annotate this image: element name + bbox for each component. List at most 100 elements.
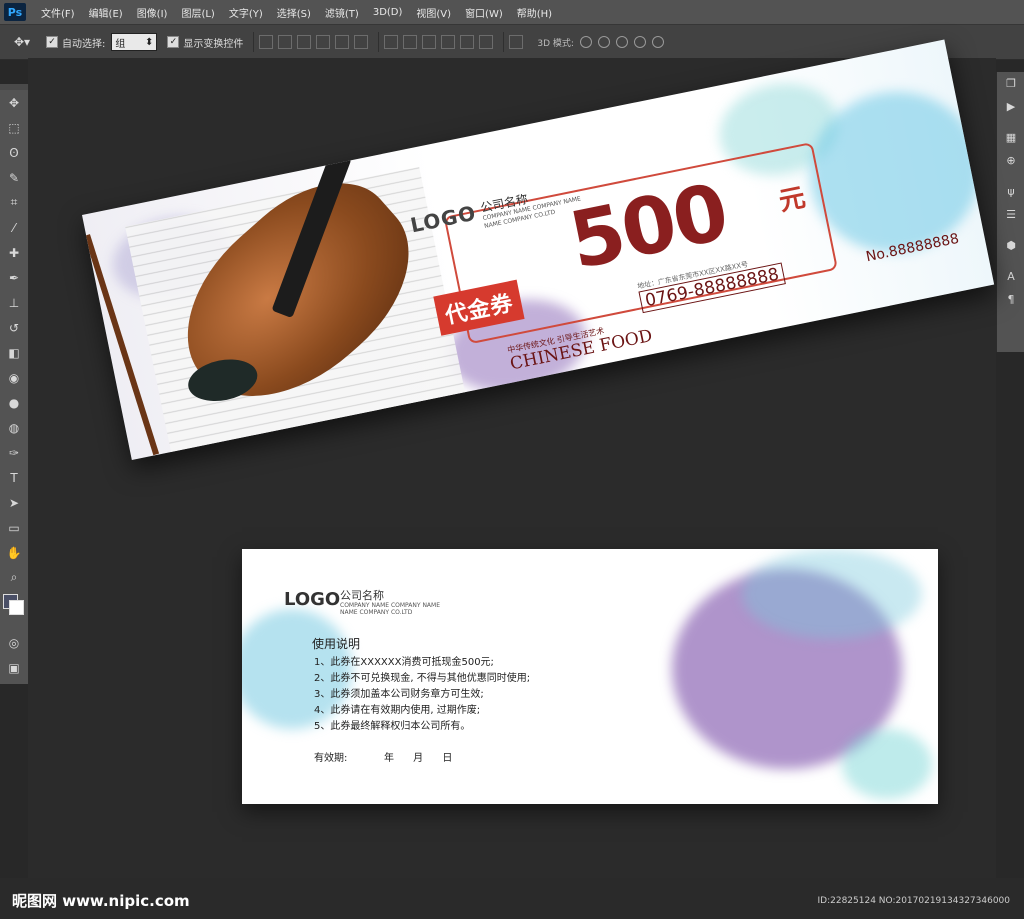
mode-3d-label: 3D 模式: bbox=[537, 38, 574, 49]
3d-slide-icon[interactable] bbox=[633, 36, 646, 48]
move-tool-preset-icon[interactable]: ✥▾ bbox=[8, 31, 36, 53]
instruction-item: 5、此券最终解释权归本公司所有。 bbox=[314, 721, 471, 732]
back-company-en-1: COMPANY NAME COMPANY NAME bbox=[340, 602, 441, 609]
menu-type[interactable]: 文字(Y) bbox=[222, 5, 270, 20]
auto-select-label: 自动选择: bbox=[62, 38, 106, 50]
menu-filter[interactable]: 滤镜(T) bbox=[318, 5, 366, 20]
hand-tool-icon[interactable]: ✋ bbox=[0, 540, 28, 565]
quick-mask-icon[interactable]: ◎ bbox=[0, 630, 28, 655]
shape-tool-icon[interactable]: ▭ bbox=[0, 515, 28, 540]
show-transform-checkbox[interactable]: ✓ bbox=[167, 36, 180, 48]
back-company-name: 公司名称 bbox=[340, 589, 384, 602]
paragraph-panel-icon[interactable]: ¶ bbox=[997, 288, 1024, 311]
align-left-icon[interactable] bbox=[316, 35, 331, 49]
move-tool-icon[interactable]: ✥ bbox=[0, 90, 28, 115]
align-top-icon[interactable] bbox=[259, 35, 274, 49]
divider bbox=[997, 257, 1024, 265]
menu-3d[interactable]: 3D(D) bbox=[366, 7, 410, 18]
brush-panel-icon[interactable]: ψ bbox=[997, 180, 1024, 203]
color-swatches[interactable] bbox=[0, 590, 28, 630]
show-transform-label: 显示变换控件 bbox=[183, 38, 244, 50]
divider bbox=[997, 226, 1024, 234]
align-right-icon[interactable] bbox=[354, 35, 369, 49]
align-hcenter-icon[interactable] bbox=[335, 35, 350, 49]
menu-view[interactable]: 视图(V) bbox=[409, 5, 458, 20]
background-color-swatch[interactable] bbox=[9, 600, 24, 615]
distribute-bottom-icon[interactable] bbox=[422, 35, 437, 49]
panel-dock: ❐ ▶ ▦ ⊕ ψ ☰ ⬢ A ¶ bbox=[996, 72, 1024, 352]
menu-layer[interactable]: 图层(L) bbox=[174, 5, 221, 20]
distribute-vcenter-icon[interactable] bbox=[403, 35, 418, 49]
menu-window[interactable]: 窗口(W) bbox=[458, 5, 510, 20]
menu-edit[interactable]: 编辑(E) bbox=[82, 5, 130, 20]
divider bbox=[253, 32, 255, 52]
image-id-text: ID:22825124 NO:20170219134327346000 bbox=[817, 896, 1011, 906]
back-logo: LOGO bbox=[284, 589, 341, 610]
instructions-title: 使用说明 bbox=[312, 637, 361, 651]
lasso-tool-icon[interactable]: ʘ bbox=[0, 140, 28, 165]
menu-file[interactable]: 文件(F) bbox=[34, 5, 82, 20]
swatches-panel-icon[interactable]: ▦ bbox=[997, 126, 1024, 149]
zoom-tool-icon[interactable]: ⌕ bbox=[0, 565, 28, 590]
watercolor-splash bbox=[842, 729, 932, 799]
auto-select-dropdown[interactable]: 组 ⬍ bbox=[111, 33, 158, 51]
paint-bucket-tool-icon[interactable]: ◉ bbox=[0, 365, 28, 390]
styles-panel-icon[interactable]: ⊕ bbox=[997, 149, 1024, 172]
back-company-en-2: NAME COMPANY CO.LTD bbox=[340, 609, 413, 616]
menu-image[interactable]: 图像(I) bbox=[130, 5, 175, 20]
distribute-right-icon[interactable] bbox=[479, 35, 494, 49]
distribute-hcenter-icon[interactable] bbox=[460, 35, 475, 49]
menu-select[interactable]: 选择(S) bbox=[270, 5, 318, 20]
3d-pan-icon[interactable] bbox=[615, 36, 628, 48]
screen-mode-icon[interactable]: ▣ bbox=[0, 655, 28, 680]
photoshop-logo: Ps bbox=[4, 3, 26, 21]
actions-panel-icon[interactable]: ▶ bbox=[997, 95, 1024, 118]
type-tool-icon[interactable]: T bbox=[0, 465, 28, 490]
history-panel-icon[interactable]: ❐ bbox=[997, 72, 1024, 95]
brush-tool-icon[interactable]: ✒ bbox=[0, 265, 28, 290]
healing-tool-icon[interactable]: ✚ bbox=[0, 240, 28, 265]
history-brush-tool-icon[interactable]: ↺ bbox=[0, 315, 28, 340]
divider bbox=[997, 118, 1024, 126]
dodge-tool-icon[interactable]: ◍ bbox=[0, 415, 28, 440]
character-panel-icon[interactable]: A bbox=[997, 265, 1024, 288]
instruction-item: 3、此券须加盖本公司财务章方可生效; bbox=[314, 689, 484, 700]
pen-tool-icon[interactable]: ✑ bbox=[0, 440, 28, 465]
adjustments-panel-icon[interactable]: ☰ bbox=[997, 203, 1024, 226]
instruction-item: 1、此券在XXXXXX消费可抵现金500元; bbox=[314, 657, 494, 668]
align-vcenter-icon[interactable] bbox=[278, 35, 293, 49]
blur-tool-icon[interactable]: ● bbox=[0, 390, 28, 415]
path-select-tool-icon[interactable]: ➤ bbox=[0, 490, 28, 515]
align-bottom-icon[interactable] bbox=[297, 35, 312, 49]
watercolor-splash bbox=[742, 549, 922, 639]
voucher-back-artwork: LOGO 公司名称 COMPANY NAME COMPANY NAME NAME… bbox=[242, 549, 938, 804]
3d-roll-icon[interactable] bbox=[597, 36, 610, 48]
site-watermark: 昵图网 www.nipic.com bbox=[12, 892, 190, 910]
quick-select-tool-icon[interactable]: ✎ bbox=[0, 165, 28, 190]
auto-select-checkbox[interactable]: ✓ bbox=[46, 36, 58, 48]
3d-panel-icon[interactable]: ⬢ bbox=[997, 234, 1024, 257]
dropdown-arrow-icon: ⬍ bbox=[144, 36, 154, 48]
distribute-top-icon[interactable] bbox=[384, 35, 399, 49]
menu-help[interactable]: 帮助(H) bbox=[510, 5, 559, 20]
instruction-item: 2、此券不可兑换现金, 不得与其他优惠同时使用; bbox=[314, 673, 531, 684]
3d-rotate-icon[interactable] bbox=[579, 36, 592, 48]
eraser-tool-icon[interactable]: ◧ bbox=[0, 340, 28, 365]
validity-label: 有效期: bbox=[314, 753, 348, 764]
marquee-tool-icon[interactable]: ⬚ bbox=[0, 115, 28, 140]
stamp-tool-icon[interactable]: ⊥ bbox=[0, 290, 28, 315]
instructions-list: 1、此券在XXXXXX消费可抵现金500元; 2、此券不可兑换现金, 不得与其他… bbox=[314, 655, 530, 735]
crop-tool-icon[interactable]: ⌗ bbox=[0, 190, 28, 215]
distribute-left-icon[interactable] bbox=[441, 35, 456, 49]
3d-scale-icon[interactable] bbox=[651, 36, 664, 48]
menu-bar: Ps 文件(F) 编辑(E) 图像(I) 图层(L) 文字(Y) 选择(S) 滤… bbox=[0, 0, 1024, 24]
divider bbox=[378, 32, 380, 52]
tools-panel: ✥ ⬚ ʘ ✎ ⌗ ⁄ ✚ ✒ ⊥ ↺ ◧ ◉ ● ◍ ✑ T ➤ ▭ ✋ ⌕ … bbox=[0, 84, 29, 684]
validity-date: 年 月 日 bbox=[384, 753, 453, 764]
eyedropper-tool-icon[interactable]: ⁄ bbox=[0, 215, 28, 240]
divider bbox=[503, 32, 505, 52]
auto-select-value: 组 bbox=[115, 38, 126, 50]
divider bbox=[997, 172, 1024, 180]
auto-align-icon[interactable] bbox=[509, 35, 524, 49]
instruction-item: 4、此券请在有效期内使用, 过期作废; bbox=[314, 705, 481, 716]
